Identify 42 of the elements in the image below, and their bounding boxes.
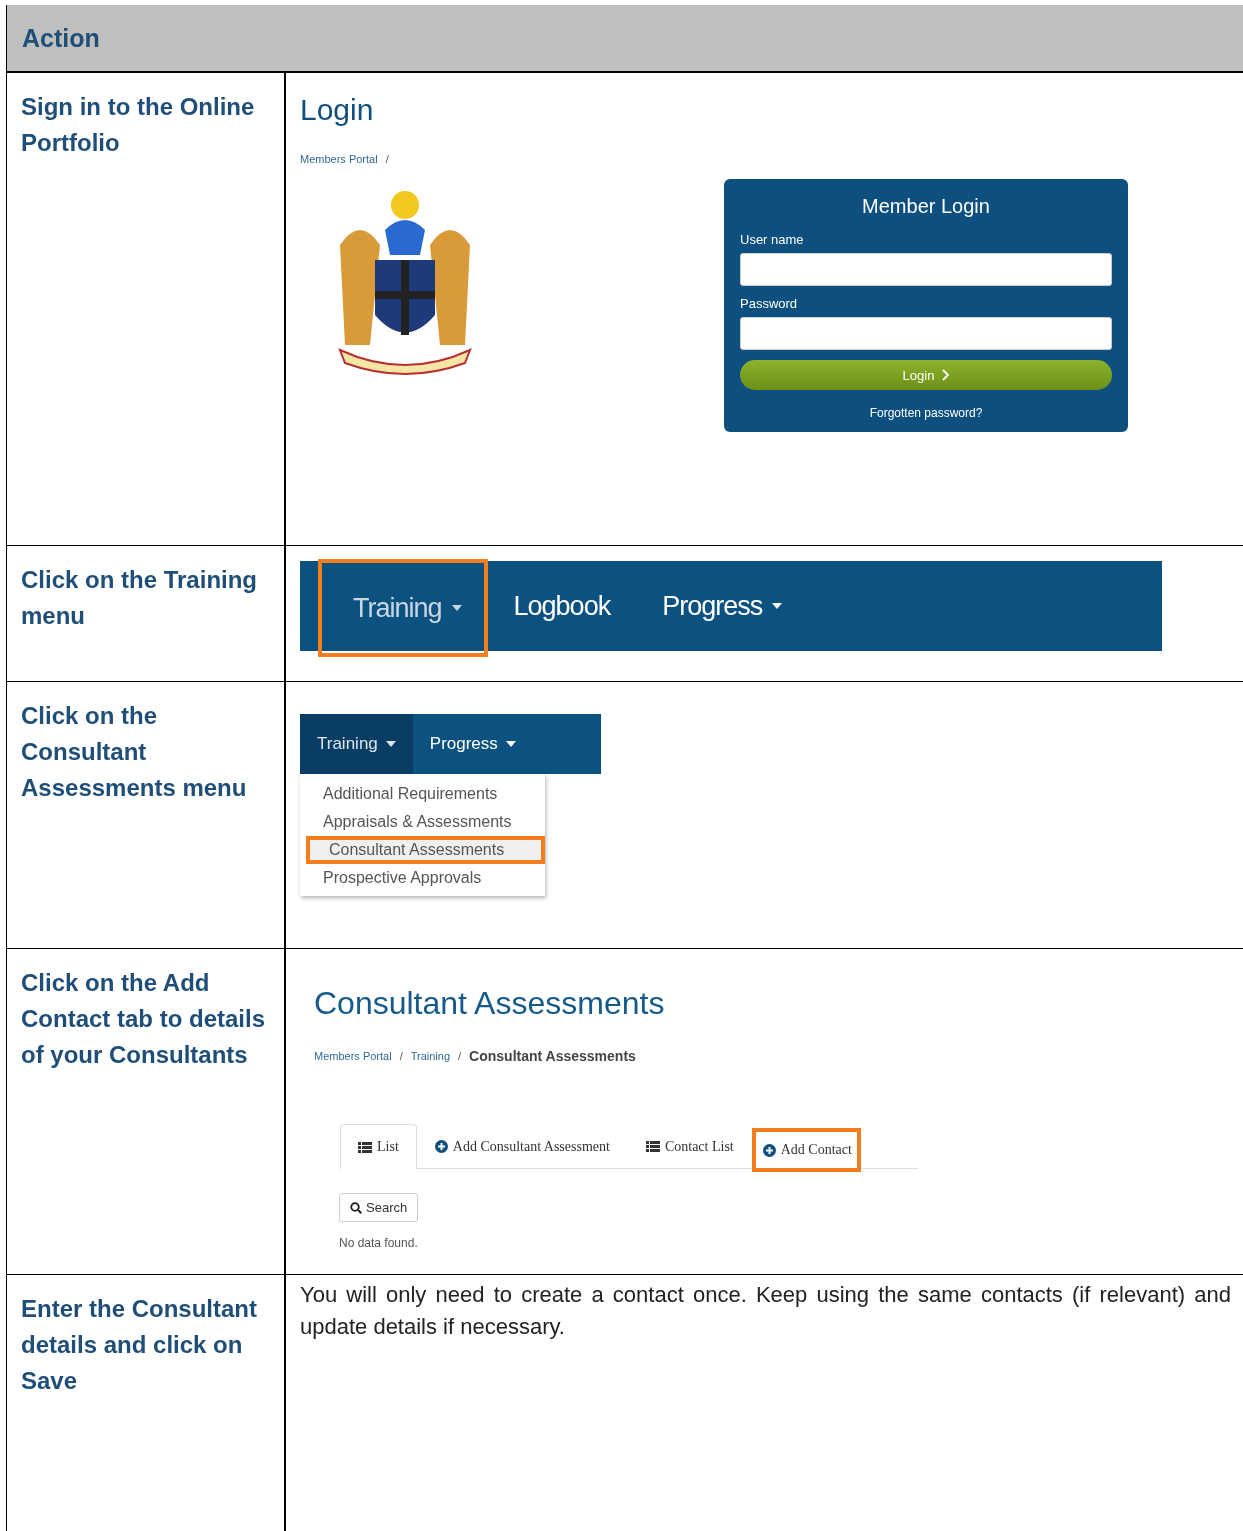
action-text: Enter the Consultant details and click on Save xyxy=(21,1294,258,1396)
breadcrumb-link[interactable]: Members Portal xyxy=(300,153,378,165)
breadcrumb-link[interactable]: Training xyxy=(410,1050,451,1062)
breadcrumb-link[interactable]: Members Portal xyxy=(314,1050,392,1062)
breadcrumb-separator: / xyxy=(458,1050,462,1062)
dropdown-item[interactable]: Appraisals & Assessments xyxy=(300,808,545,836)
menu-item[interactable]: Training xyxy=(300,714,413,774)
empty-message: No data found. xyxy=(339,1236,419,1250)
tab[interactable]: Add Contact xyxy=(751,1128,861,1172)
action-text: Click on the Training menu xyxy=(21,565,259,631)
breadcrumb-separator: / xyxy=(385,153,389,165)
field-label: User name xyxy=(740,232,805,247)
search-icon xyxy=(350,1201,362,1214)
column-header: Action xyxy=(22,23,100,53)
page-title: Consultant Assessments xyxy=(314,985,665,1022)
list-icon xyxy=(645,1141,660,1152)
menu-item[interactable]: Progress xyxy=(412,714,533,774)
tab[interactable]: List xyxy=(340,1124,417,1169)
dropdown-item[interactable]: Additional Requirements xyxy=(300,780,545,808)
input-field[interactable] xyxy=(740,253,1112,286)
menu-item[interactable]: Progress xyxy=(636,561,809,651)
plus-circle-icon xyxy=(762,1143,776,1157)
input-field[interactable] xyxy=(740,317,1112,350)
breadcrumb-separator: / xyxy=(399,1050,403,1062)
plus-circle-icon xyxy=(434,1140,448,1153)
menu-item[interactable]: Logbook xyxy=(487,561,637,651)
action-text: Sign in to the Online Portfolio xyxy=(21,92,256,158)
dropdown-item[interactable]: Consultant Assessments xyxy=(306,836,545,864)
action-text: Click on the Add Contact tab to details of your Consultants xyxy=(21,968,267,1070)
tab[interactable]: Contact List xyxy=(627,1124,752,1168)
search-button[interactable]: Search xyxy=(339,1193,419,1222)
page-title: Login xyxy=(300,93,374,127)
dropdown-item[interactable]: Prospective Approvals xyxy=(300,864,545,892)
tab[interactable]: Add Consultant Assessment xyxy=(416,1124,628,1168)
list-icon xyxy=(358,1141,372,1153)
login-title: Member Login xyxy=(861,195,991,218)
action-text: Click on the Consultant Assessments menu xyxy=(21,701,248,803)
field-label: Password xyxy=(740,296,799,311)
menu-item[interactable]: Training xyxy=(318,559,488,657)
forgotten-password-link[interactable]: Forgotten password? xyxy=(740,406,1112,420)
chevron-icon xyxy=(942,369,950,381)
instruction-text: You will only need to create a contact once. Keep using the same contacts (if relevant) and update details if necessary. xyxy=(300,1281,1232,1341)
